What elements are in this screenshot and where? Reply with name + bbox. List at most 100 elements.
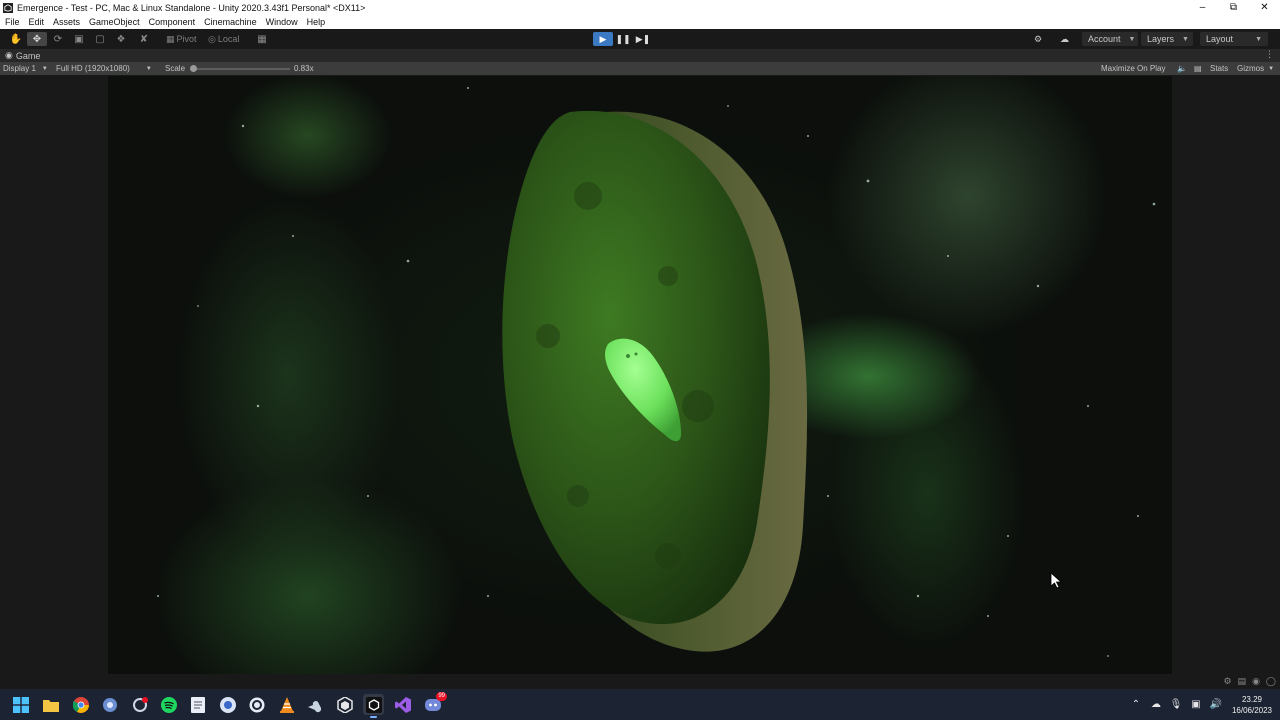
unity-logo-icon	[3, 2, 13, 13]
scene-artwork	[157, 87, 1156, 657]
scale-slider-handle[interactable]	[190, 65, 197, 72]
unity-hub-icon[interactable]	[334, 694, 355, 715]
minimize-icon[interactable]: –	[1187, 0, 1218, 15]
grid-snap-icon[interactable]: ▦	[252, 32, 272, 46]
volume-icon[interactable]: 🔊	[1206, 695, 1226, 715]
spotify-icon[interactable]	[158, 694, 179, 715]
restore-icon[interactable]: ⧉	[1218, 0, 1249, 15]
account-dropdown[interactable]: Account ▼	[1082, 32, 1138, 46]
step-button[interactable]: ▶❚	[633, 32, 653, 46]
display-label: Display 1	[3, 64, 36, 73]
gizmos-label: Gizmos	[1237, 64, 1265, 73]
discord-icon[interactable]: 99	[422, 692, 447, 715]
game-controller-icon: ◉	[5, 50, 13, 60]
scale-slider-track[interactable]	[192, 68, 290, 70]
system-tray: ⌃ ☁ 🎙 ▣ 🔊 23.29 16/06/2023	[1126, 689, 1280, 720]
collab-icon[interactable]: ⚙	[1034, 32, 1042, 46]
local-icon: ◎	[208, 33, 216, 44]
chevron-down-icon: ▼	[41, 65, 48, 72]
rect-tool-icon[interactable]: ▢	[90, 32, 110, 46]
display-dropdown[interactable]: Display 1 ▼	[3, 62, 48, 75]
menu-file[interactable]: File	[0, 17, 24, 27]
resolution-label: Full HD (1920x1080)	[56, 64, 130, 73]
chevron-down-icon: ▼	[1255, 35, 1262, 43]
game-render[interactable]	[108, 76, 1172, 674]
status-bar: ⚙ ▤ ◉ ◯	[0, 675, 1280, 689]
menu-help[interactable]: Help	[302, 17, 330, 27]
stats-toggle[interactable]: Stats	[1210, 62, 1228, 75]
windows-taskbar: 99 ⌃ ☁ 🎙 ▣ 🔊 23.29 16/06/2023	[0, 689, 1280, 720]
onedrive-icon[interactable]: ☁	[1146, 695, 1166, 715]
close-icon[interactable]: ✕	[1249, 0, 1280, 15]
chevron-up-icon[interactable]: ⌃	[1126, 695, 1146, 715]
app-icon-circle[interactable]	[246, 694, 267, 715]
account-label: Account	[1088, 34, 1121, 44]
bake-icon[interactable]: ◉	[1252, 676, 1260, 687]
discord-badge: 99	[436, 692, 447, 701]
mouse-cursor-icon	[1050, 572, 1063, 589]
game-view-toolbar: Display 1 ▼ Full HD (1920x1080) ▼ Scale …	[0, 62, 1280, 75]
window-title: Emergence - Test - PC, Mac & Linux Stand…	[17, 2, 366, 13]
tab-game-label: Game	[15, 50, 41, 61]
windows-start-icon[interactable]	[10, 694, 31, 715]
menu-bar: File Edit Assets GameObject Component Ci…	[0, 15, 1280, 30]
menu-edit[interactable]: Edit	[24, 17, 49, 27]
local-label: Local	[217, 34, 240, 44]
chrome-icon[interactable]	[70, 694, 91, 715]
status-icons: ⚙ ▤ ◉ ◯	[1223, 676, 1276, 687]
network-icon[interactable]: ▣	[1186, 695, 1206, 715]
steam-icon[interactable]	[304, 694, 325, 715]
menu-cinemachine[interactable]: Cinemachine	[199, 17, 261, 27]
debug-icon[interactable]: ⚙	[1223, 676, 1231, 687]
pause-button[interactable]: ❚❚	[613, 32, 633, 46]
menu-assets[interactable]: Assets	[48, 17, 84, 27]
progress-icon[interactable]: ◯	[1266, 676, 1276, 687]
visual-studio-icon[interactable]	[392, 694, 413, 715]
layout-dropdown[interactable]: Layout ▼	[1200, 32, 1268, 46]
layout-label: Layout	[1206, 34, 1234, 44]
maximize-on-play-toggle[interactable]: Maximize On Play	[1101, 62, 1165, 75]
mute-audio-icon[interactable]: 🔈	[1177, 62, 1187, 75]
steam-like-icon[interactable]	[217, 694, 238, 715]
game-tab-row: ◉ Game ⋮	[0, 49, 1280, 62]
title-bar: Emergence - Test - PC, Mac & Linux Stand…	[0, 0, 1280, 15]
play-controls: ▶ ❚❚ ▶❚	[593, 32, 653, 46]
local-toggle-button[interactable]: ◎ Local	[208, 32, 239, 46]
app-icon-blue[interactable]	[99, 694, 120, 715]
menu-component[interactable]: Component	[144, 17, 200, 27]
layers-label: Layers	[1147, 34, 1175, 44]
play-button[interactable]: ▶	[593, 32, 613, 46]
gizmos-dropdown[interactable]: Gizmos ▼	[1237, 62, 1274, 75]
taskbar-clock[interactable]: 23.29 16/06/2023	[1232, 694, 1272, 716]
notepad-icon[interactable]	[187, 694, 208, 715]
hand-tool-icon[interactable]: ✋	[6, 32, 26, 46]
cache-icon[interactable]: ▤	[1238, 676, 1247, 687]
menu-gameobject[interactable]: GameObject	[84, 17, 144, 27]
pivot-icon: ▦	[166, 33, 175, 44]
stats-icon: ▤	[1194, 64, 1202, 73]
move-tool-icon[interactable]: ✥	[27, 32, 47, 46]
cloud-icon[interactable]: ☁	[1060, 32, 1069, 46]
clock-time: 23.29	[1241, 694, 1262, 704]
file-explorer-icon[interactable]	[40, 694, 61, 715]
chevron-down-icon: ▼	[1182, 35, 1189, 43]
mic-icon[interactable]: 🎙	[1166, 695, 1186, 715]
chevron-down-icon: ▼	[145, 65, 152, 72]
menu-window[interactable]: Window	[261, 17, 302, 27]
more-options-icon[interactable]: ⋮	[1265, 49, 1274, 60]
layers-dropdown[interactable]: Layers ▼	[1141, 32, 1193, 46]
resolution-dropdown[interactable]: Full HD (1920x1080) ▼	[56, 62, 152, 75]
app-icon-red-dot[interactable]	[129, 694, 150, 715]
rotate-tool-icon[interactable]: ⟳	[48, 32, 68, 46]
clock-date: 16/06/2023	[1231, 705, 1272, 715]
pivot-toggle-button[interactable]: ▦ Pivot	[166, 32, 197, 46]
window-controls: – ⧉ ✕	[1187, 0, 1280, 15]
main-toolbar: ✋ ✥ ⟳ ▣ ▢ ❖ ✘ ▦ Pivot ◎ Local ▦ ▶ ❚❚ ▶❚ …	[0, 29, 1280, 49]
scale-label: Scale	[165, 64, 186, 73]
scale-tool-icon[interactable]: ▣	[69, 32, 89, 46]
unity-icon[interactable]	[363, 694, 384, 718]
custom-tool-icon[interactable]: ✘	[134, 32, 154, 46]
vlc-icon[interactable]	[276, 694, 297, 715]
tab-game[interactable]: ◉ Game	[0, 50, 40, 61]
transform-tool-icon[interactable]: ❖	[111, 32, 131, 46]
